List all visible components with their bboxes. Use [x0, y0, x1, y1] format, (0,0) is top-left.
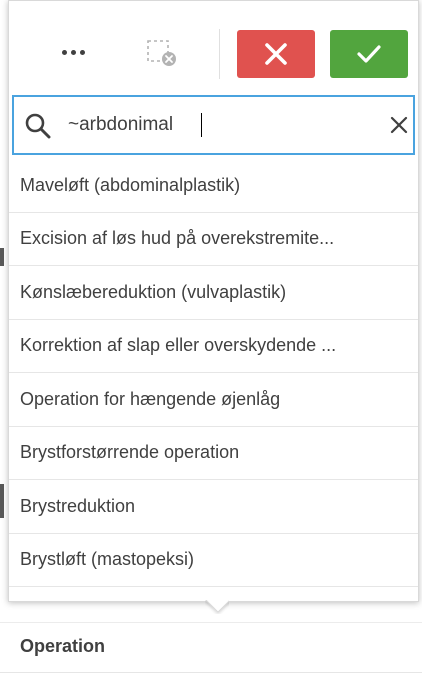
divider	[0, 622, 422, 623]
list-item[interactable]: Brystløft (mastopeksi)	[9, 534, 418, 587]
popover-arrow	[205, 600, 229, 614]
background-mark	[0, 484, 4, 518]
list-item-label: Brystforstørrende operation	[20, 442, 240, 463]
cancel-selection-button[interactable]	[237, 30, 315, 78]
search-input[interactable]	[68, 109, 368, 141]
toolbar-divider	[219, 29, 220, 79]
close-icon	[265, 43, 287, 65]
more-options-icon-dot	[70, 49, 76, 55]
list-item[interactable]: Operation for hængende øjenlåg	[9, 373, 418, 427]
background-page-edge	[0, 0, 8, 675]
clear-search-button[interactable]	[388, 114, 410, 136]
values-list: Maveløft (abdominalplastik) Excision af …	[9, 159, 418, 587]
list-item-label: Kønslæbereduktion (vulvaplastik)	[20, 281, 287, 302]
more-options-button[interactable]	[55, 37, 91, 67]
clear-selections-icon	[147, 40, 176, 66]
search-icon	[25, 113, 51, 139]
background-mark	[0, 248, 4, 266]
list-item[interactable]: Maveløft (abdominalplastik)	[9, 159, 418, 213]
confirm-selection-button[interactable]	[330, 30, 408, 78]
more-options-icon	[61, 49, 67, 55]
listbox-selection-popover: Maveløft (abdominalplastik) Excision af …	[8, 0, 419, 602]
list-item[interactable]: Kønslæbereduktion (vulvaplastik)	[9, 266, 418, 320]
list-item[interactable]: Brystforstørrende operation	[9, 427, 418, 480]
list-item[interactable]: Excision af løs hud på overekstremite...	[9, 213, 418, 266]
check-icon	[357, 45, 381, 63]
divider	[0, 672, 422, 673]
list-item[interactable]: Brystreduktion	[9, 480, 418, 534]
list-item-label: Operation for hængende øjenlåg	[20, 388, 281, 409]
list-item-label: Excision af løs hud på overekstremite...	[20, 228, 335, 249]
list-item[interactable]: Korrektion af slap eller overskydende ..…	[9, 320, 418, 373]
clear-selections-button[interactable]	[145, 37, 181, 69]
search-box	[12, 95, 415, 155]
list-item-label: Brystreduktion	[20, 495, 136, 516]
list-item-label: Brystløft (mastopeksi)	[20, 549, 195, 570]
field-title[interactable]: Operation	[20, 636, 105, 657]
text-cursor	[201, 113, 202, 137]
selection-toolbar	[9, 1, 418, 93]
list-item-label: Maveløft (abdominalplastik)	[20, 174, 241, 195]
more-options-icon-dot	[79, 49, 85, 55]
list-item-label: Korrektion af slap eller overskydende ..…	[20, 335, 337, 356]
